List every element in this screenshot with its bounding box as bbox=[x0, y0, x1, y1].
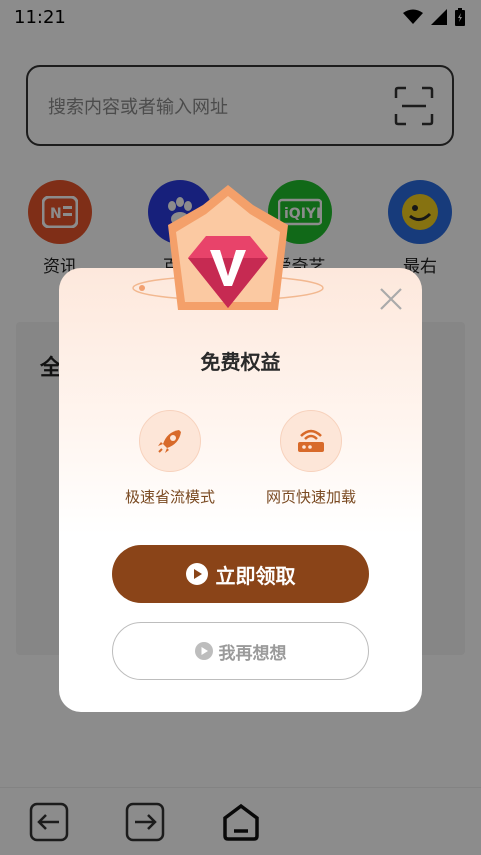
feature-label: 极速省流模式 bbox=[124, 488, 215, 506]
router-icon bbox=[280, 410, 342, 472]
play-icon bbox=[194, 642, 213, 660]
think-again-label: 我再想想 bbox=[218, 643, 287, 664]
claim-now-label: 立即领取 bbox=[215, 563, 296, 588]
feature-data-saver: 极速省流模式 bbox=[100, 410, 240, 507]
feature-label: 网页快速加载 bbox=[265, 488, 356, 506]
claim-now-button[interactable]: 立即领取 bbox=[112, 545, 369, 603]
think-again-button[interactable]: 我再想想 bbox=[112, 622, 369, 680]
vip-crown-icon bbox=[132, 185, 324, 310]
close-icon[interactable] bbox=[377, 285, 405, 313]
play-icon bbox=[185, 563, 208, 585]
rocket-icon bbox=[139, 410, 201, 472]
dialog-title: 免费权益 bbox=[200, 350, 281, 374]
feature-fast-loading: 网页快速加载 bbox=[241, 410, 381, 507]
